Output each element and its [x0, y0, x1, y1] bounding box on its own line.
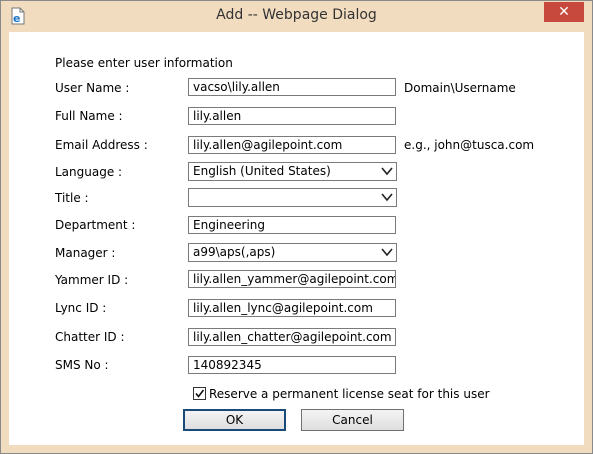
chatter-id-input[interactable]: lily.allen_chatter@agilepoint.com — [188, 328, 396, 346]
reserve-seat-label[interactable]: Reserve a permanent license seat for thi… — [209, 387, 490, 401]
chevron-down-icon — [381, 193, 393, 202]
yammer-id-label: Yammer ID : — [55, 273, 129, 287]
full-name-label: Full Name : — [55, 109, 123, 123]
dialog-window: e Add -- Webpage Dialog ✕ Please enter u… — [0, 0, 593, 454]
cancel-button[interactable]: Cancel — [301, 409, 404, 431]
user-name-input[interactable]: vacso\lily.allen — [188, 78, 396, 96]
manager-select[interactable]: a99\aps(,aps) — [188, 243, 397, 262]
manager-value: a99\aps(,aps) — [193, 245, 276, 259]
language-label: Language : — [55, 165, 123, 179]
language-value: English (United States) — [193, 164, 331, 178]
title-select[interactable] — [188, 188, 397, 207]
dialog-content: Please enter user information User Name … — [9, 32, 584, 445]
close-button[interactable]: ✕ — [544, 2, 584, 22]
yammer-id-input[interactable]: lily.allen_yammer@agilepoint.com — [188, 270, 396, 288]
manager-label: Manager : — [55, 246, 116, 260]
close-icon: ✕ — [558, 4, 570, 20]
department-label: Department : — [55, 218, 136, 232]
email-input[interactable]: lily.allen@agilepoint.com — [188, 136, 396, 154]
user-name-hint: Domain\Username — [404, 81, 516, 95]
chevron-down-icon — [381, 248, 393, 257]
chevron-down-icon — [381, 167, 393, 176]
full-name-input[interactable]: lily.allen — [188, 107, 396, 125]
window-title: Add -- Webpage Dialog — [216, 7, 377, 23]
chatter-id-label: Chatter ID : — [55, 330, 125, 344]
ok-button[interactable]: OK — [183, 409, 286, 431]
user-name-label: User Name : — [55, 81, 130, 95]
email-label: Email Address : — [55, 138, 148, 152]
sms-no-input[interactable]: 140892345 — [188, 356, 396, 374]
department-input[interactable]: Engineering — [188, 216, 396, 234]
language-select[interactable]: English (United States) — [188, 162, 397, 181]
form-heading: Please enter user information — [55, 56, 233, 70]
email-hint: e.g., john@tusca.com — [404, 138, 535, 152]
lync-id-label: Lync ID : — [55, 301, 107, 315]
title-bar[interactable]: e Add -- Webpage Dialog ✕ — [1, 1, 592, 31]
sms-no-label: SMS No : — [55, 358, 109, 372]
reserve-seat-checkbox[interactable] — [193, 387, 206, 400]
lync-id-input[interactable]: lily.allen_lync@agilepoint.com — [188, 299, 396, 317]
title-label: Title : — [55, 191, 89, 205]
checkmark-icon — [195, 389, 205, 398]
